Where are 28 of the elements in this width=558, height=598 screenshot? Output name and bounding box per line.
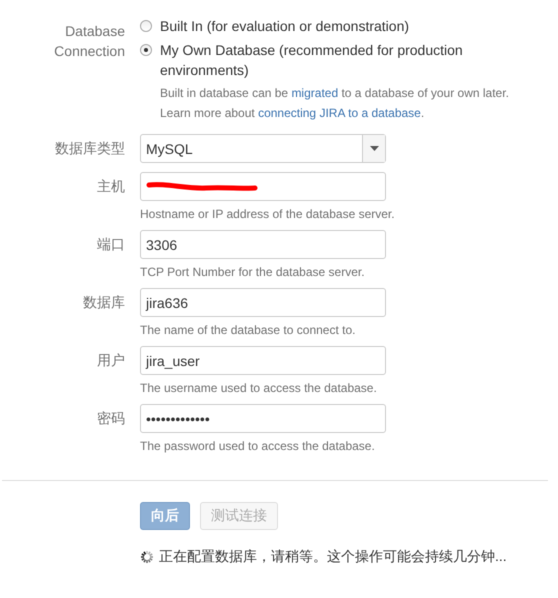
input-field[interactable]: jira636 [140, 288, 386, 317]
radio-label[interactable]: My Own Database (recommended for production environments) [160, 40, 500, 80]
radio-label[interactable]: Built In (for evaluation or demonstration) [160, 16, 500, 36]
field-label: 密码 [96, 409, 125, 428]
field-label: 主机 [96, 177, 125, 196]
caret-icon [370, 146, 378, 151]
help-text: Built in database can be migrated to a database of your own later. [160, 86, 510, 100]
field-label: Database Connection [53, 22, 125, 61]
help-text: The password used to access the database. [140, 439, 376, 453]
input-field[interactable] [140, 172, 386, 201]
input-field[interactable]: ••••••••••••• [140, 404, 386, 433]
help-link[interactable]: migrated [291, 86, 338, 100]
help-text: TCP Port Number for the database server. [140, 265, 366, 279]
radio-button[interactable] [140, 44, 152, 56]
help-link[interactable]: connecting JIRA to a database [258, 106, 421, 120]
database-type-select[interactable]: MySQL [140, 134, 386, 163]
input-field[interactable]: jira_user [140, 346, 386, 375]
field-label: 端口 [96, 235, 125, 254]
radio-button[interactable] [140, 20, 152, 32]
help-text: The username used to access the database. [140, 381, 378, 395]
field-label: 数据库 [82, 293, 125, 312]
field-label: 用户 [96, 351, 125, 370]
help-text: Hostname or IP address of the database server. [140, 207, 396, 221]
field-label: 数据库类型 [54, 139, 125, 158]
help-text: Learn more about connecting JIRA to a database. [160, 106, 426, 120]
help-text: The name of the database to connect to. [140, 323, 356, 337]
input-field[interactable]: 3306 [140, 230, 386, 259]
status-message: 正在配置数据库，请稍等。这个操作可能会持续几分钟... [159, 548, 507, 566]
